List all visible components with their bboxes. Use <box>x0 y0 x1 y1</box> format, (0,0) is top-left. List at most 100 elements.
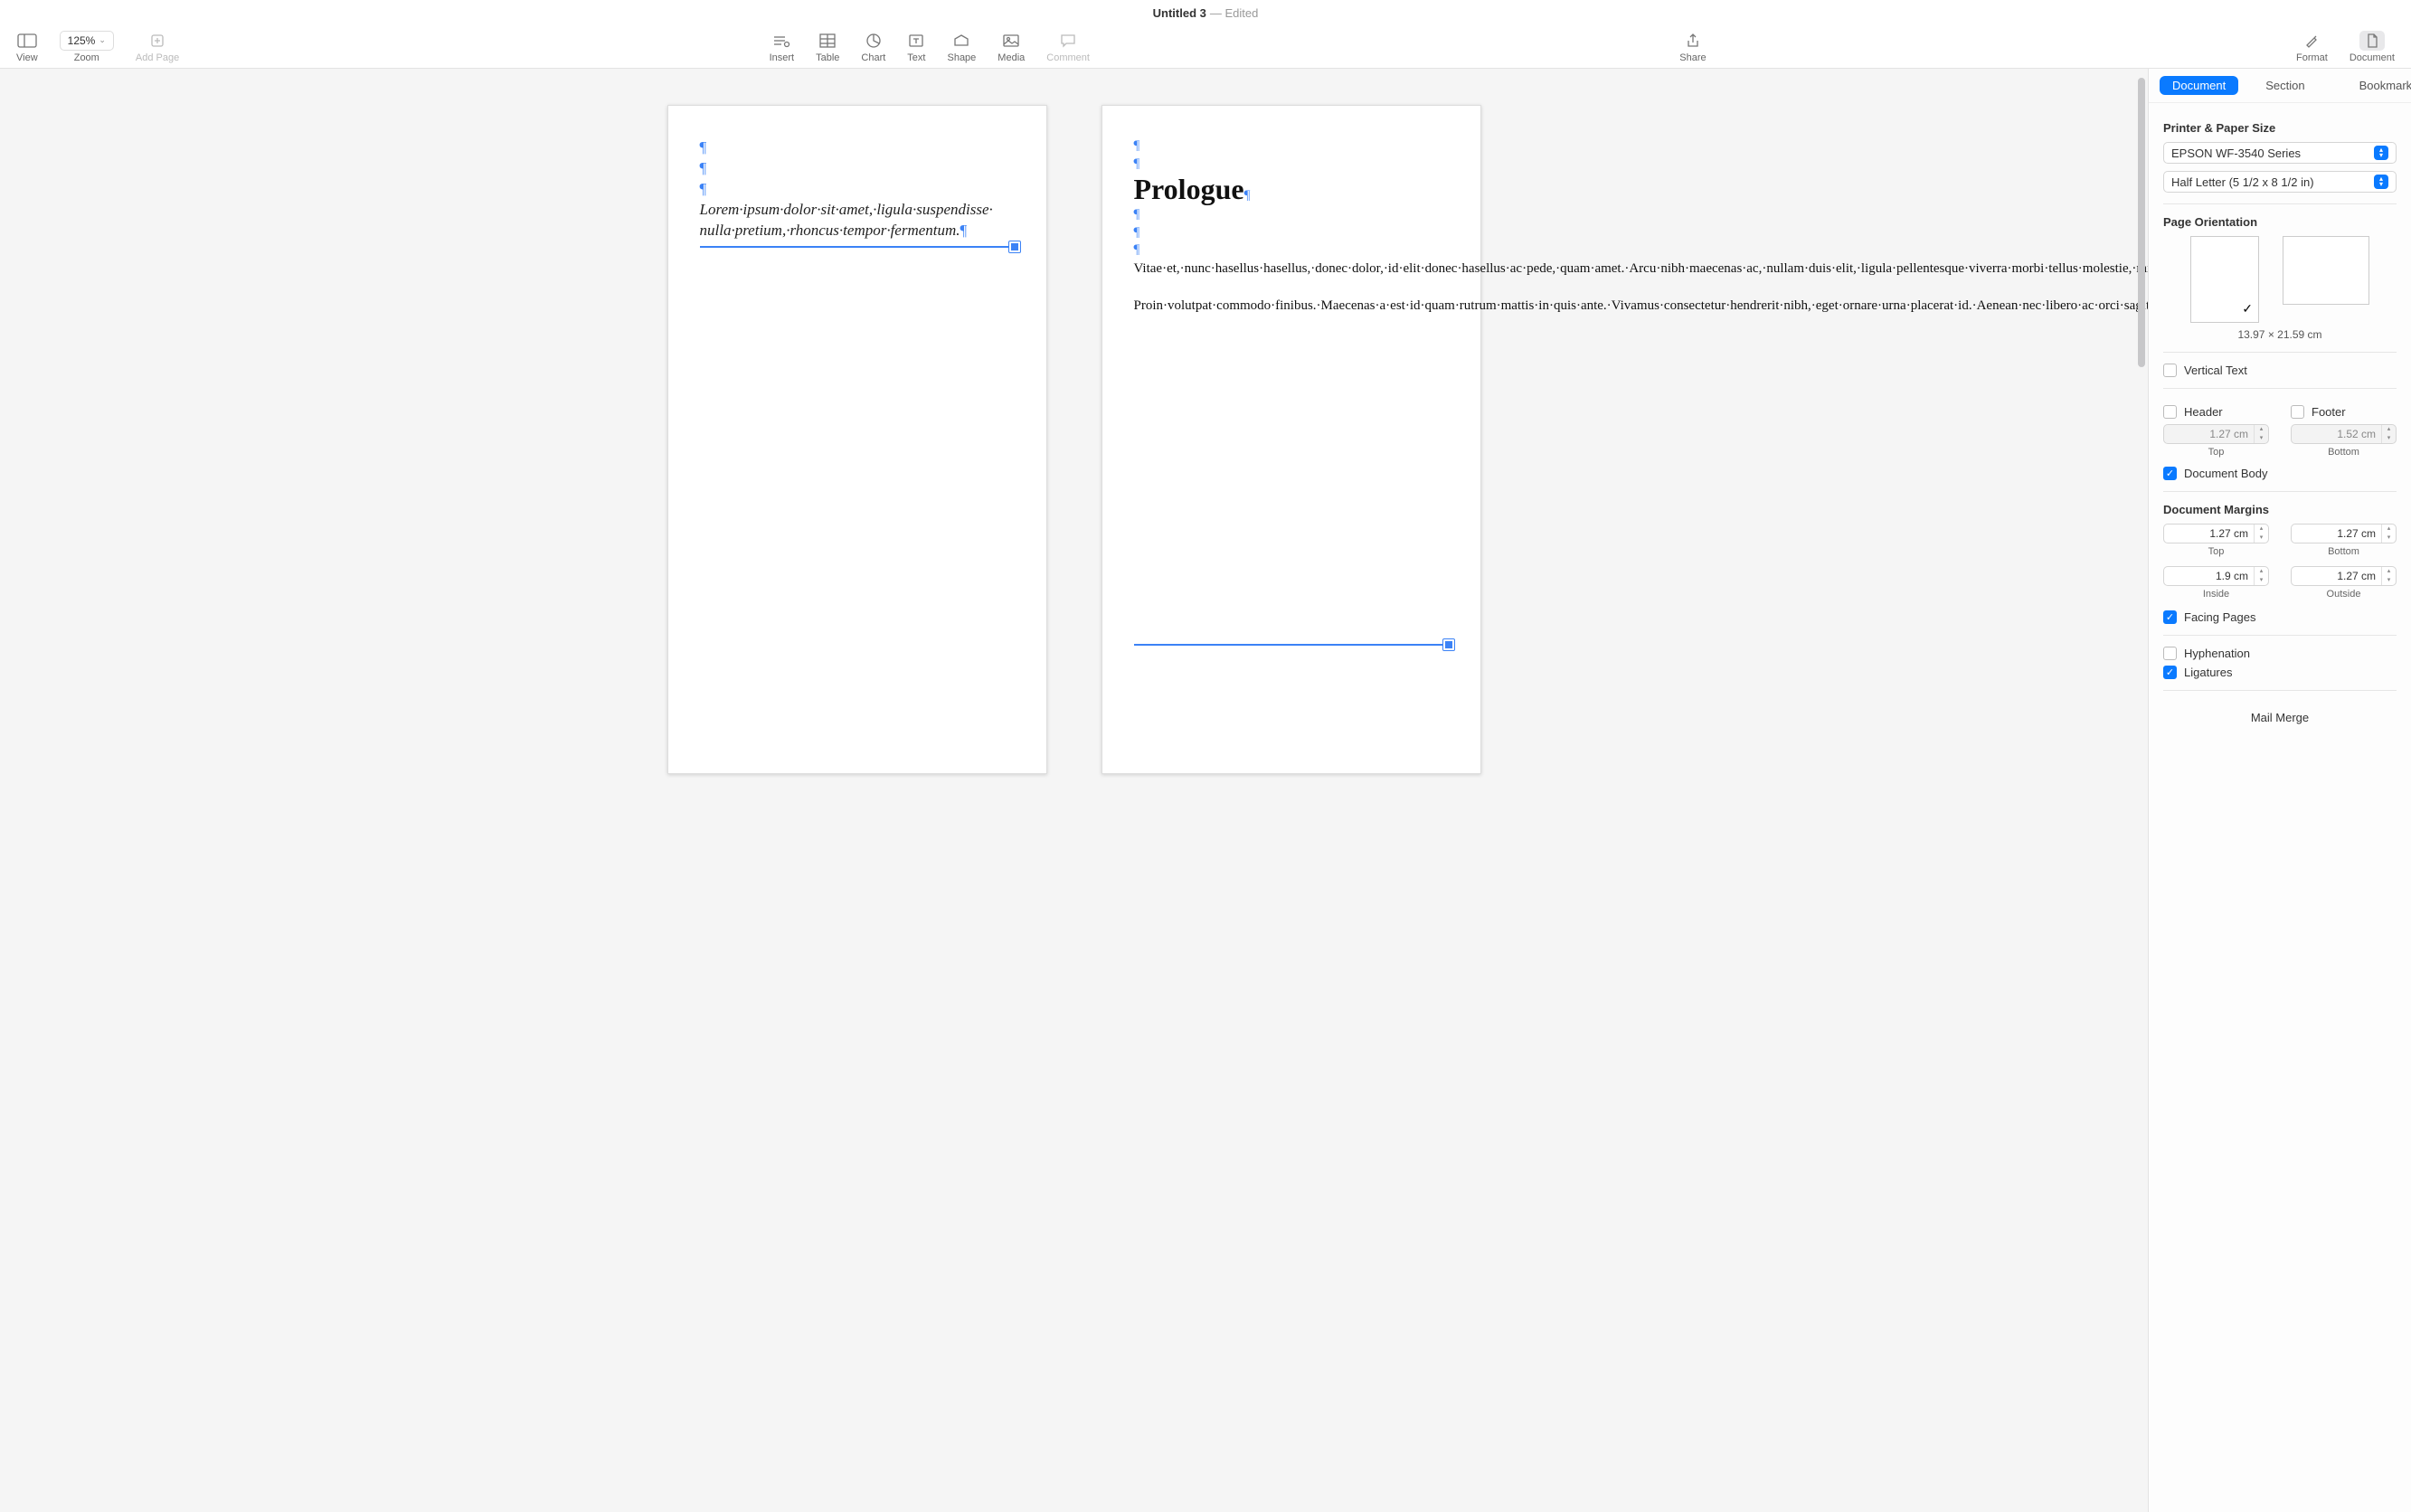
media-button[interactable]: Media <box>987 31 1035 63</box>
margin-inside-stepper[interactable]: 1.9 cm ▴▾ <box>2163 566 2269 586</box>
printer-select[interactable]: EPSON WF-3540 Series ▴▾ <box>2163 142 2397 164</box>
updown-icon: ▴▾ <box>2374 175 2388 189</box>
vertical-text-label: Vertical Text <box>2184 364 2247 377</box>
tab-section[interactable]: Section <box>2253 76 2317 95</box>
tab-bookmarks[interactable]: Bookmarks <box>2347 76 2411 95</box>
chart-label: Chart <box>861 52 885 63</box>
canvas-scroll[interactable]: ¶ ¶ ¶ Lorem·ipsum·dolor·sit·amet,·ligula… <box>0 69 2148 1512</box>
page-1[interactable]: ¶ ¶ ¶ Lorem·ipsum·dolor·sit·amet,·ligula… <box>667 105 1047 774</box>
margin-outside-caption: Outside <box>2291 589 2397 600</box>
comment-label: Comment <box>1046 52 1090 63</box>
zoom-value-pill[interactable]: 125% ⌄ <box>60 31 114 51</box>
zoom-button[interactable]: 125% ⌄ Zoom <box>49 31 125 63</box>
orientation-portrait[interactable]: ✓ <box>2190 236 2259 323</box>
share-button[interactable]: Share <box>1669 31 1716 63</box>
margin-bottom-stepper[interactable]: 1.27 cm ▴▾ <box>2291 524 2397 543</box>
stepper-arrows[interactable]: ▴▾ <box>2381 567 2396 585</box>
format-icon <box>2303 31 2320 51</box>
margin-top-stepper[interactable]: 1.27 cm ▴▾ <box>2163 524 2269 543</box>
selection-line-2 <box>1134 644 1449 646</box>
facing-pages-row[interactable]: ✓ Facing Pages <box>2163 610 2397 624</box>
checkbox-unchecked[interactable] <box>2163 647 2177 660</box>
canvas: ¶ ¶ ¶ Lorem·ipsum·dolor·sit·amet,·ligula… <box>0 69 2149 1512</box>
hyphenation-label: Hyphenation <box>2184 647 2250 660</box>
margin-outside-value: 1.27 cm <box>2292 570 2381 582</box>
window-title: Untitled 3 <box>1153 6 1206 20</box>
scrollbar-thumb[interactable] <box>2138 78 2145 367</box>
page2-body[interactable]: Vitae·et,·nunc·hasellus·hasellus,·donec·… <box>1134 260 1449 316</box>
document-body-row[interactable]: ✓ Document Body <box>2163 467 2397 480</box>
stepper-arrows[interactable]: ▴▾ <box>2254 567 2268 585</box>
vertical-text-row[interactable]: Vertical Text <box>2163 364 2397 377</box>
format-button[interactable]: Format <box>2285 31 2339 63</box>
margin-top-value: 1.27 cm <box>2164 527 2254 540</box>
header-top-value: 1.27 cm <box>2164 428 2254 440</box>
view-label: View <box>16 52 38 63</box>
page2-heading[interactable]: Prologue¶ <box>1134 173 1449 206</box>
document-button[interactable]: Document <box>2339 31 2406 63</box>
vertical-scrollbar[interactable] <box>2135 69 2148 1512</box>
page1-text[interactable]: Lorem·ipsum·dolor·sit·amet,·ligula·suspe… <box>700 200 1015 241</box>
stepper-arrows[interactable]: ▴▾ <box>2254 425 2268 443</box>
footer-row[interactable]: Footer <box>2291 405 2397 419</box>
mail-merge-label: Mail Merge <box>2163 702 2397 724</box>
checkbox-checked[interactable]: ✓ <box>2163 467 2177 480</box>
checkbox-checked[interactable]: ✓ <box>2163 610 2177 624</box>
ligatures-label: Ligatures <box>2184 666 2232 679</box>
inspector-tabs: Document Section Bookmarks <box>2149 69 2411 103</box>
insert-button[interactable]: Insert <box>759 31 806 63</box>
printer-value: EPSON WF-3540 Series <box>2171 146 2301 160</box>
top-caption: Top <box>2163 447 2269 458</box>
sidebar-icon <box>17 31 37 51</box>
facing-pages-label: Facing Pages <box>2184 610 2256 624</box>
selection-handle-2[interactable] <box>1443 639 1454 650</box>
checkbox-checked[interactable]: ✓ <box>2163 666 2177 679</box>
document-body-label: Document Body <box>2184 467 2268 480</box>
paper-value: Half Letter (5 1/2 x 8 1/2 in) <box>2171 175 2314 189</box>
selection-line-1 <box>700 246 1015 248</box>
stepper-arrows[interactable]: ▴▾ <box>2381 524 2396 543</box>
ligatures-row[interactable]: ✓ Ligatures <box>2163 666 2397 679</box>
orientation-landscape[interactable] <box>2283 236 2369 305</box>
table-button[interactable]: Table <box>805 31 850 63</box>
updown-icon: ▴▾ <box>2374 146 2388 160</box>
margin-outside-stepper[interactable]: 1.27 cm ▴▾ <box>2291 566 2397 586</box>
titlebar: Untitled 3 — Edited <box>0 0 2411 25</box>
paper-select[interactable]: Half Letter (5 1/2 x 8 1/2 in) ▴▾ <box>2163 171 2397 193</box>
stepper-arrows[interactable]: ▴▾ <box>2254 524 2268 543</box>
chart-button[interactable]: Chart <box>850 31 896 63</box>
comment-button[interactable]: Comment <box>1035 31 1101 63</box>
media-label: Media <box>997 52 1025 63</box>
text-button[interactable]: Text <box>896 31 936 63</box>
checkbox-unchecked[interactable] <box>2163 405 2177 419</box>
window-edited: — Edited <box>1210 6 1258 20</box>
header-top-stepper[interactable]: 1.27 cm ▴▾ <box>2163 424 2269 444</box>
insert-icon <box>772 31 790 51</box>
check-icon: ✓ <box>2242 301 2253 317</box>
footer-bottom-stepper[interactable]: 1.52 cm ▴▾ <box>2291 424 2397 444</box>
hyphenation-row[interactable]: Hyphenation <box>2163 647 2397 660</box>
insert-label: Insert <box>770 52 795 63</box>
margin-bottom-caption: Bottom <box>2291 546 2397 557</box>
margin-inside-caption: Inside <box>2163 589 2269 600</box>
empty-paragraphs-3: ¶ ¶ ¶ <box>1134 206 1449 260</box>
margin-top-caption: Top <box>2163 546 2269 557</box>
selection-handle[interactable] <box>1009 241 1020 252</box>
add-page-label: Add Page <box>136 52 179 63</box>
stepper-arrows[interactable]: ▴▾ <box>2381 425 2396 443</box>
view-button[interactable]: View <box>5 31 49 63</box>
margin-bottom-value: 1.27 cm <box>2292 527 2381 540</box>
empty-paragraphs: ¶ ¶ ¶ <box>700 137 1015 200</box>
checkbox-unchecked[interactable] <box>2291 405 2304 419</box>
checkbox-unchecked[interactable] <box>2163 364 2177 377</box>
chevron-down-icon: ⌄ <box>99 35 106 45</box>
add-page-button[interactable]: Add Page <box>125 31 190 63</box>
printer-section-title: Printer & Paper Size <box>2163 121 2397 135</box>
zoom-value: 125% <box>68 34 96 47</box>
page-2[interactable]: ¶ ¶ Prologue¶ ¶ ¶ ¶ Vitae·et,·nunc·hasel… <box>1101 105 1481 774</box>
text-icon <box>908 31 924 51</box>
tab-document[interactable]: Document <box>2160 76 2238 95</box>
orientation-caption: 13.97 × 21.59 cm <box>2163 328 2397 341</box>
header-row[interactable]: Header <box>2163 405 2269 419</box>
shape-button[interactable]: Shape <box>936 31 987 63</box>
